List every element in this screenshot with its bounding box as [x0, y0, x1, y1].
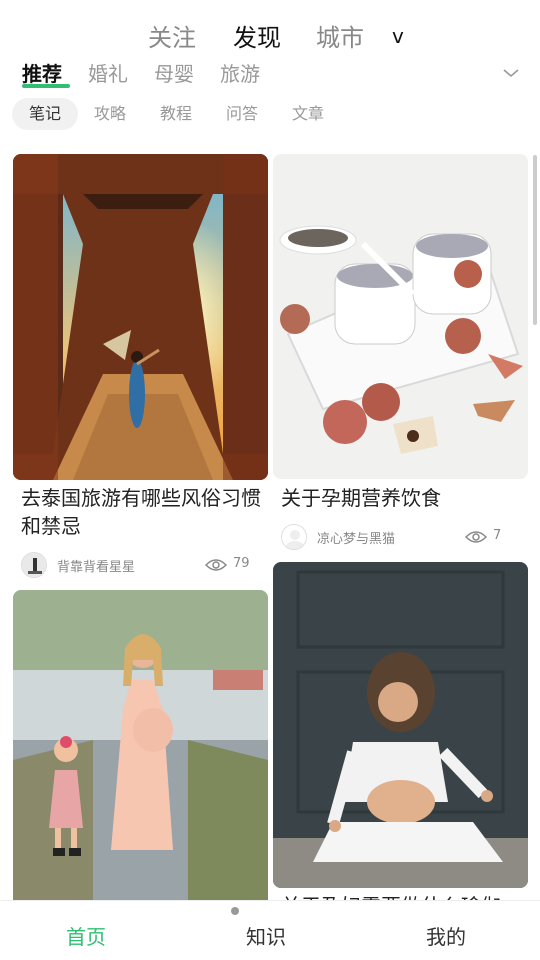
view-count: 79: [233, 556, 250, 571]
feed-card[interactable]: [13, 590, 268, 900]
eye-icon: [205, 559, 227, 571]
card-image: [273, 562, 528, 888]
card-image: [13, 154, 268, 480]
category-tab-maternity[interactable]: 母婴: [154, 58, 194, 87]
bottom-nav: 首页 知识 我的: [0, 900, 540, 960]
sub-tabs: 笔记 攻略 教程 问答 文章: [0, 98, 540, 132]
avatar[interactable]: [281, 524, 307, 550]
active-tab-indicator: [22, 84, 70, 88]
top-tabs: 关注 发现 城市 v: [0, 18, 540, 58]
chevron-down-icon[interactable]: [502, 64, 520, 82]
scrollbar[interactable]: [533, 155, 537, 325]
card-title: 关于孕期营养饮食: [281, 486, 441, 510]
card-meta: 背靠背看星星 79: [21, 552, 261, 578]
card-image: [13, 590, 268, 900]
nav-knowledge[interactable]: 知识: [246, 921, 286, 950]
sub-tab-articles[interactable]: 文章: [292, 98, 324, 130]
nav-home[interactable]: 首页: [66, 921, 106, 950]
feed-card[interactable]: 去泰国旅游有哪些风俗习惯和禁忌 背靠背看星星 79: [13, 154, 268, 579]
indicator-dot: [231, 907, 239, 915]
card-image: [273, 154, 528, 479]
author-name[interactable]: 背靠背看星星: [57, 556, 135, 575]
sub-tab-tutorials[interactable]: 教程: [160, 98, 192, 130]
nav-mine[interactable]: 我的: [426, 921, 466, 950]
tab-discover[interactable]: 发现: [233, 18, 281, 53]
feed-card[interactable]: 关于孕期营养饮食 凉心梦与黑猫 7: [273, 154, 528, 554]
category-tab-wedding[interactable]: 婚礼: [88, 58, 128, 87]
feed-card[interactable]: 关于孕妇需要做什么瑜伽: [273, 562, 528, 918]
view-count: 7: [493, 528, 502, 543]
city-dropdown-toggle[interactable]: v: [392, 24, 404, 48]
category-tab-travel[interactable]: 旅游: [220, 58, 260, 87]
author-name[interactable]: 凉心梦与黑猫: [317, 528, 395, 547]
tab-follow[interactable]: 关注: [148, 18, 196, 53]
card-meta: 凉心梦与黑猫 7: [281, 524, 521, 550]
sub-tab-qa[interactable]: 问答: [226, 98, 258, 130]
category-tab-recommend[interactable]: 推荐: [22, 58, 62, 87]
card-title: 去泰国旅游有哪些风俗习惯和禁忌: [21, 486, 261, 538]
avatar[interactable]: [21, 552, 47, 578]
eye-icon: [465, 531, 487, 543]
sub-tab-notes[interactable]: 笔记: [12, 98, 78, 130]
sub-tab-guides[interactable]: 攻略: [94, 98, 126, 130]
tab-city[interactable]: 城市: [316, 18, 364, 53]
category-tabs: 推荐 婚礼 母婴 旅游: [0, 58, 540, 92]
